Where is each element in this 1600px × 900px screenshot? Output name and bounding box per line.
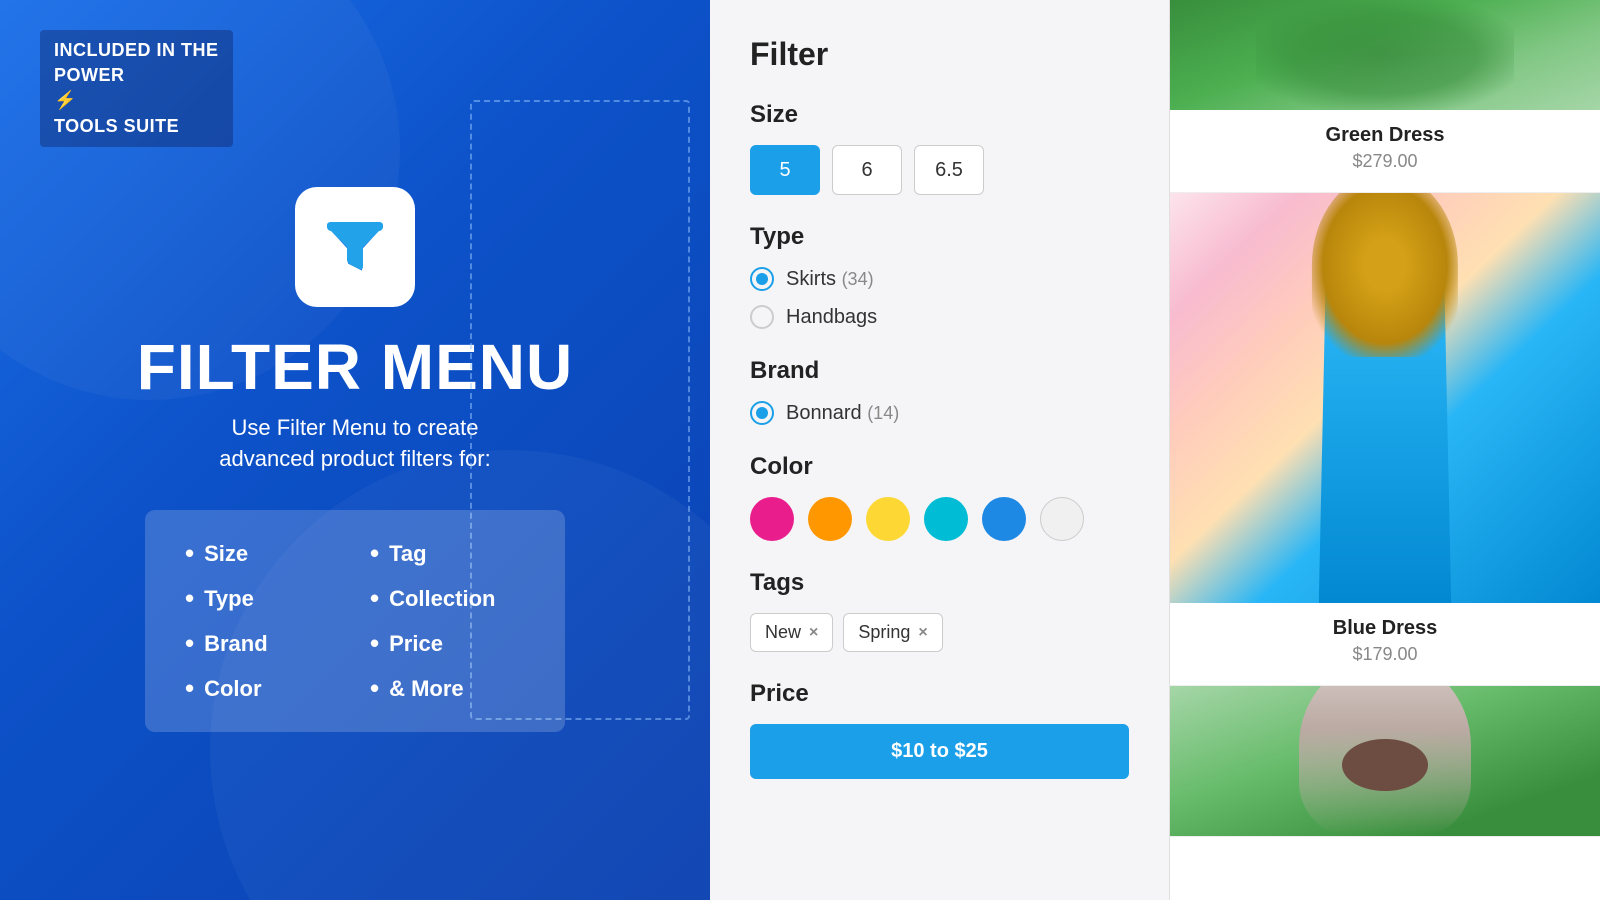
product-name-1: Green Dress xyxy=(1190,124,1580,147)
type-skirts[interactable]: Skirts (34) xyxy=(750,267,1129,291)
tag-spring: Spring × xyxy=(843,613,942,652)
swatch-pink[interactable] xyxy=(750,497,794,541)
product-card-2: Blue Dress $179.00 xyxy=(1170,193,1600,686)
color-label: Color xyxy=(750,453,1129,481)
product-image-green xyxy=(1170,0,1600,110)
size-label: Size xyxy=(750,101,1129,129)
price-label: Price xyxy=(750,680,1129,708)
brand-section: Brand Bonnard (14) xyxy=(750,357,1129,425)
product-card-1: Green Dress $279.00 xyxy=(1170,0,1600,193)
product-info-2: Blue Dress $179.00 xyxy=(1170,603,1600,685)
type-handbags-label: Handbags xyxy=(786,306,877,329)
size-btn-5[interactable]: 5 xyxy=(750,145,820,195)
swatch-blue[interactable] xyxy=(982,497,1026,541)
tags-section: Tags New × Spring × xyxy=(750,569,1129,652)
filter-subtitle: Use Filter Menu to create advanced produ… xyxy=(219,413,490,475)
feature-collection: Collection xyxy=(370,583,525,614)
brand-label: Brand xyxy=(750,357,1129,385)
feature-type: Type xyxy=(185,583,340,614)
tag-spring-remove[interactable]: × xyxy=(918,624,927,642)
filter-heading: Filter xyxy=(750,36,1129,73)
type-handbags[interactable]: Handbags xyxy=(750,305,1129,329)
type-section: Type Skirts (34) Handbags xyxy=(750,223,1129,329)
color-swatches xyxy=(750,497,1129,541)
price-button[interactable]: $10 to $25 xyxy=(750,724,1129,779)
swatch-yellow[interactable] xyxy=(866,497,910,541)
size-section: Size 5 6 6.5 xyxy=(750,101,1129,195)
tags-label: Tags xyxy=(750,569,1129,597)
features-grid: Size Tag Type Collection Brand Price Col… xyxy=(185,538,525,704)
feature-color: Color xyxy=(185,673,340,704)
product-image-green3 xyxy=(1170,686,1600,836)
size-btn-65[interactable]: 6.5 xyxy=(914,145,984,195)
features-box: Size Tag Type Collection Brand Price Col… xyxy=(145,510,565,732)
tag-spring-label: Spring xyxy=(858,622,910,643)
product-card-3 xyxy=(1170,686,1600,837)
color-section: Color xyxy=(750,453,1129,541)
product-image-blue xyxy=(1170,193,1600,603)
type-skirts-label: Skirts (34) xyxy=(786,268,874,291)
brand-bonnard-label: Bonnard (14) xyxy=(786,402,899,425)
swatch-teal[interactable] xyxy=(924,497,968,541)
badge-line2: POWER⚡TOOLS SUITE xyxy=(54,63,219,139)
brand-bonnard-count: (14) xyxy=(867,403,899,423)
radio-handbags-icon xyxy=(750,305,774,329)
badge-line1: INCLUDED IN THE xyxy=(54,38,219,63)
size-btn-6[interactable]: 6 xyxy=(832,145,902,195)
type-radio-group: Skirts (34) Handbags xyxy=(750,267,1129,329)
radio-skirts-icon xyxy=(750,267,774,291)
product-price-2: $179.00 xyxy=(1190,644,1580,665)
filter-icon-wrap xyxy=(295,187,415,307)
product-price-1: $279.00 xyxy=(1190,151,1580,172)
filter-funnel-icon xyxy=(319,211,391,283)
feature-more: & More xyxy=(370,673,525,704)
type-skirts-count: (34) xyxy=(842,269,874,289)
swatch-orange[interactable] xyxy=(808,497,852,541)
price-section: Price $10 to $25 xyxy=(750,680,1129,779)
brand-radio-group: Bonnard (14) xyxy=(750,401,1129,425)
brand-bonnard[interactable]: Bonnard (14) xyxy=(750,401,1129,425)
tag-new-label: New xyxy=(765,622,801,643)
size-buttons: 5 6 6.5 xyxy=(750,145,1129,195)
tags-row: New × Spring × xyxy=(750,613,1129,652)
filter-panel: Filter Size 5 6 6.5 Type Skirts (34) Han… xyxy=(710,0,1170,900)
filter-menu-title: FILTER MENU xyxy=(137,335,573,399)
feature-price: Price xyxy=(370,628,525,659)
feature-brand: Brand xyxy=(185,628,340,659)
tag-new-remove[interactable]: × xyxy=(809,624,818,642)
feature-size: Size xyxy=(185,538,340,569)
product-info-1: Green Dress $279.00 xyxy=(1170,110,1600,192)
type-label: Type xyxy=(750,223,1129,251)
left-panel: INCLUDED IN THE POWER⚡TOOLS SUITE FILTER… xyxy=(0,0,710,900)
products-panel: Green Dress $279.00 Blue Dress $179.00 xyxy=(1170,0,1600,900)
swatch-white[interactable] xyxy=(1040,497,1084,541)
badge: INCLUDED IN THE POWER⚡TOOLS SUITE xyxy=(40,30,233,147)
tag-new: New × xyxy=(750,613,833,652)
feature-tag: Tag xyxy=(370,538,525,569)
product-name-2: Blue Dress xyxy=(1190,617,1580,640)
radio-bonnard-icon xyxy=(750,401,774,425)
